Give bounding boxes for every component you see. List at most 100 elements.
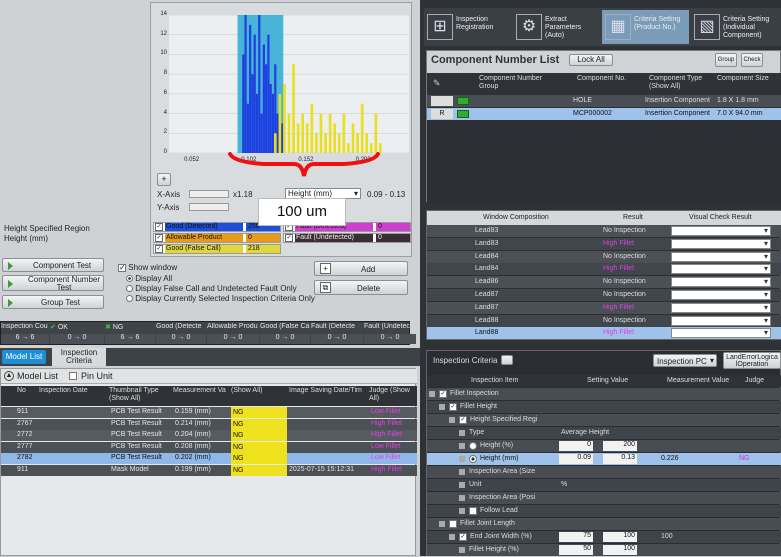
setting-max[interactable]: 100 [603,532,637,542]
tree-node-icon[interactable] [439,521,445,527]
component-number-test-button[interactable]: Component Number Test [2,275,104,292]
group-button[interactable]: Group [715,53,737,67]
tree-node-icon[interactable] [449,417,455,423]
visual-check-select[interactable]: ▾ [671,328,771,339]
table-row[interactable]: Lead83 No Inspection ▾ [427,225,781,237]
setting-min[interactable]: 0 [559,441,593,451]
display-false-call-radio[interactable] [126,285,133,293]
zoom-button[interactable]: + [157,173,171,186]
tree-node-icon[interactable] [459,430,465,436]
component-test-button[interactable]: Component Test [2,258,104,272]
setting-min[interactable]: 75 [559,532,593,542]
setting-max[interactable]: 0.13 [603,454,637,464]
legend-item[interactable]: ✓ Fault (Undetected) 0 [283,233,411,243]
inspection-pc-select[interactable]: Inspection PC ▾ [653,354,717,367]
tab-inspection-criteria[interactable]: Inspection Criteria [52,348,106,366]
display-all-radio[interactable] [126,275,133,283]
table-row[interactable]: Fillet Joint Length [427,518,781,530]
setting-max[interactable]: 200 [603,441,637,451]
table-row[interactable]: HOLE Insertion Component 1.8 X 1.8 mm [427,95,781,107]
show-window-checkbox[interactable]: ✓ [118,263,126,272]
criteria-checkbox[interactable] [449,520,457,528]
pin-unit-checkbox[interactable] [69,372,77,380]
legend-item[interactable]: ✓ Allowable Product 0 [153,233,281,243]
tree-node-icon[interactable] [459,443,465,449]
setting-max[interactable]: 100 [603,545,637,555]
model-col-header[interactable]: Thumbnail Type (Show All) [109,387,173,403]
tree-node-icon[interactable] [439,404,445,410]
table-row[interactable]: Land83 High Fillet ▾ [427,237,781,250]
delete-button[interactable]: ⧉ Delete [314,280,408,295]
table-row[interactable]: 2782 PCB Test Result 0.202 (mm) NG Low Fille… [1,453,417,464]
tree-node-icon[interactable] [459,495,465,501]
criteria-radio[interactable] [469,455,477,463]
display-false-call-option[interactable]: Display False Call and Undetected Fault … [126,284,297,293]
collapse-icon[interactable]: ▲ [4,371,14,381]
criteria-radio[interactable] [469,442,477,450]
table-row[interactable]: ✓ Fillet Height [427,401,781,413]
toolbar-button[interactable]: ▦ Criteria Setting (Product No.) [602,10,689,44]
table-row[interactable]: ✓ End Joint Width (%) 75 100 100 [427,531,781,543]
table-row[interactable]: R MCP000002 Insertion Component 7.0 X 94.0 … [427,108,781,120]
table-row[interactable]: Lead84 No Inspection ▾ [427,250,781,263]
table-row[interactable]: Lead86 No Inspection ▾ [427,276,781,289]
table-row[interactable]: Inspection Area (Posi [427,492,781,504]
visual-check-select[interactable]: ▾ [671,264,771,275]
model-col-header[interactable]: (Show All) [231,387,287,395]
tree-node-icon[interactable] [459,508,465,514]
table-row[interactable]: Follow Lead [427,505,781,517]
visual-check-select[interactable]: ▾ [671,315,771,326]
table-row[interactable]: Lead88 No Inspection ▾ [427,314,781,327]
tab-model-list[interactable]: Model List [2,350,46,364]
toolbar-button[interactable]: ⊞ Inspection Registration [424,10,511,44]
lock-icon[interactable] [457,97,469,105]
table-row[interactable]: Inspection Area (Size [427,466,781,478]
display-selected-radio[interactable] [126,295,133,303]
table-row[interactable]: Lead87 No Inspection ▾ [427,289,781,301]
tree-node-icon[interactable] [459,547,465,553]
y-scale-slider[interactable] [189,203,229,211]
criteria-checkbox[interactable] [469,507,477,515]
toolbar-button[interactable]: ⚙ Extract Parameters (Auto) [513,10,600,44]
tree-node-icon[interactable] [429,391,435,397]
add-button[interactable]: + Add [314,261,408,276]
table-row[interactable]: ✓ Height Specified Regi [427,414,781,426]
table-row[interactable]: Land87 High Fillet ▾ [427,301,781,314]
table-row[interactable]: Fillet Height (%) 50 100 [427,544,781,556]
legend-item[interactable]: ✓ Good (False Call) 218 [153,244,281,254]
lock-icon[interactable] [457,110,469,118]
tree-node-icon[interactable] [459,469,465,475]
table-row[interactable]: 2767 PCB Test Result 0.214 (mm) NG High Fill… [1,418,417,430]
land-error-button[interactable]: LandErrorLogica lOperation [723,352,781,369]
legend-checkbox[interactable]: ✓ [155,223,163,231]
legend-checkbox[interactable]: ✓ [155,245,163,253]
component-col-header[interactable]: Component Type (Show All) [649,75,719,91]
criteria-menu-button[interactable] [501,355,513,365]
setting-min[interactable]: 50 [559,545,593,555]
visual-check-select[interactable]: ▾ [671,226,771,236]
tree-node-icon[interactable] [459,456,465,462]
lock-all-button[interactable]: Lock All [569,54,613,66]
group-test-button[interactable]: Group Test [2,295,104,309]
toolbar-button[interactable]: ▧ Criteria Setting (Individual Component) [691,10,778,44]
table-row[interactable]: 2772 PCB Test Result 0.204 (mm) NG High Fill… [1,430,417,441]
criteria-checkbox[interactable]: ✓ [459,533,467,541]
model-col-header[interactable]: Judge (Show All) [369,387,415,403]
check-button[interactable]: Check [741,53,763,67]
show-window-option[interactable]: ✓ Show window [118,263,177,272]
criteria-checkbox[interactable]: ✓ [439,390,447,398]
edit-icon[interactable]: ✎ [433,78,441,89]
table-row[interactable]: 2777 PCB Test Result 0.208 (mm) NG Low Fille… [1,441,417,453]
legend-checkbox[interactable]: ✓ [155,234,163,242]
legend-checkbox[interactable]: ✓ [285,234,293,242]
table-row[interactable]: Type Average Height [427,427,781,439]
visual-check-select[interactable]: ▾ [671,302,771,313]
table-row[interactable]: Height (%) 0 200 [427,440,781,452]
table-row[interactable]: Land88 High Fillet ▾ [427,327,781,340]
visual-check-select[interactable]: ▾ [671,251,771,262]
visual-check-select[interactable]: ▾ [671,277,771,288]
table-row[interactable]: 911 PCB Test Result 0.159 (mm) NG Low Fillet [1,407,417,418]
table-row[interactable]: Unit% [427,479,781,491]
table-row[interactable]: 911 Mask Model 0.199 (mm) NG 2025-07-15 15:1… [1,464,417,476]
visual-check-select[interactable]: ▾ [671,238,771,249]
